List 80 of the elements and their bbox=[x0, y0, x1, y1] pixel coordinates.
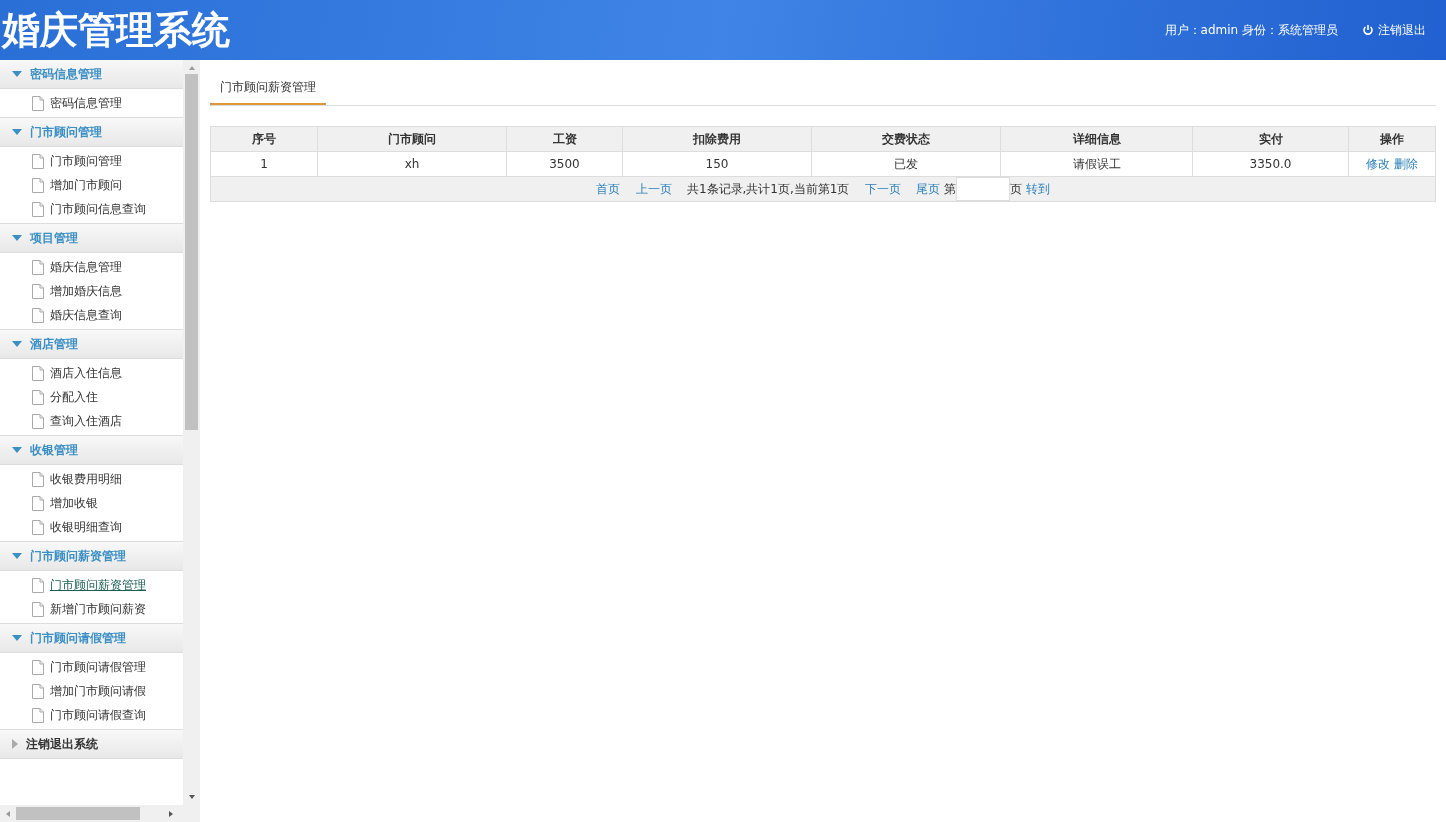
scroll-up-arrow-icon[interactable] bbox=[187, 64, 196, 72]
document-icon bbox=[32, 365, 44, 381]
document-icon bbox=[32, 177, 44, 193]
menu-item[interactable]: 收银费用明细 bbox=[0, 467, 183, 491]
document-icon bbox=[32, 95, 44, 111]
expanded-triangle-icon bbox=[12, 553, 22, 559]
expanded-triangle-icon bbox=[12, 235, 22, 241]
column-header: 门市顾问 bbox=[317, 126, 507, 152]
document-icon bbox=[32, 283, 44, 299]
last-page-link[interactable]: 尾页 bbox=[915, 181, 940, 196]
expanded-triangle-icon bbox=[12, 447, 22, 453]
document-icon bbox=[32, 153, 44, 169]
table-cell: 3500 bbox=[506, 151, 623, 177]
menu-item[interactable]: 门市顾问信息查询 bbox=[0, 197, 183, 221]
document-icon bbox=[32, 307, 44, 323]
menu-item[interactable]: 婚庆信息管理 bbox=[0, 255, 183, 279]
expanded-triangle-icon bbox=[12, 341, 22, 347]
tab[interactable]: 门市顾问薪资管理 bbox=[210, 72, 326, 105]
document-icon bbox=[32, 389, 44, 405]
user-info: 用户：admin 身份：系统管理员 bbox=[1164, 22, 1338, 39]
scroll-left-arrow-icon[interactable] bbox=[4, 809, 12, 818]
collapsed-triangle-icon bbox=[12, 739, 18, 749]
menu-item[interactable]: 查询入住酒店 bbox=[0, 409, 183, 433]
logout-link[interactable]: 注销退出 bbox=[1362, 21, 1426, 39]
page-unit-label: 页 bbox=[1009, 181, 1022, 196]
go-link[interactable]: 转到 bbox=[1025, 181, 1050, 196]
document-icon bbox=[32, 201, 44, 217]
document-icon bbox=[32, 601, 44, 617]
next-page-link[interactable]: 下一页 bbox=[864, 181, 901, 196]
column-header: 实付 bbox=[1192, 126, 1349, 152]
expanded-triangle-icon bbox=[12, 635, 22, 641]
first-page-link[interactable]: 首页 bbox=[596, 181, 621, 196]
table-cell: 3350.0 bbox=[1192, 151, 1349, 177]
table-cell: 1 bbox=[210, 151, 318, 177]
document-icon bbox=[32, 413, 44, 429]
expanded-triangle-icon bbox=[12, 129, 22, 135]
document-icon bbox=[32, 683, 44, 699]
table-cell: 150 bbox=[622, 151, 812, 177]
column-header: 工资 bbox=[506, 126, 623, 152]
page-number-label: 第 bbox=[943, 181, 956, 196]
edit-link[interactable]: 修改 bbox=[1366, 157, 1391, 171]
app-title: 婚庆管理系统 bbox=[0, 11, 230, 49]
page-number-field[interactable] bbox=[955, 177, 1010, 201]
scroll-right-arrow-icon[interactable] bbox=[167, 809, 175, 818]
menu-item[interactable]: 增加门市顾问请假 bbox=[0, 679, 183, 703]
menu-item[interactable]: 增加收银 bbox=[0, 491, 183, 515]
table-cell: xh bbox=[317, 151, 507, 177]
page-summary: 共1条记录,共计1页,当前第1页 bbox=[686, 181, 850, 196]
menu-item[interactable]: 门市顾问薪资管理 bbox=[0, 573, 183, 597]
menu-item[interactable]: 收银明细查询 bbox=[0, 515, 183, 539]
delete-link[interactable]: 删除 bbox=[1393, 157, 1418, 171]
column-header: 交费状态 bbox=[811, 126, 1001, 152]
document-icon bbox=[32, 495, 44, 511]
menu-item[interactable]: 门市顾问管理 bbox=[0, 149, 183, 173]
document-icon bbox=[32, 707, 44, 723]
menu-item[interactable]: 增加婚庆信息 bbox=[0, 279, 183, 303]
column-header: 详细信息 bbox=[1000, 126, 1193, 152]
menu-item[interactable]: 分配入住 bbox=[0, 385, 183, 409]
previous-page-link[interactable]: 上一页 bbox=[635, 181, 672, 196]
document-icon bbox=[32, 577, 44, 593]
document-icon bbox=[32, 259, 44, 275]
column-header: 序号 bbox=[210, 126, 318, 152]
table-cell: 已发 bbox=[811, 151, 1001, 177]
menu-item[interactable]: 酒店入住信息 bbox=[0, 361, 183, 385]
document-icon bbox=[32, 659, 44, 675]
expanded-triangle-icon bbox=[12, 71, 22, 77]
menu-item[interactable]: 门市顾问请假查询 bbox=[0, 703, 183, 727]
column-header: 扣除费用 bbox=[622, 126, 812, 152]
scroll-down-arrow-icon[interactable] bbox=[187, 793, 196, 801]
power-icon bbox=[1362, 24, 1374, 36]
document-icon bbox=[32, 471, 44, 487]
menu-item[interactable]: 新增门市顾问薪资 bbox=[0, 597, 183, 621]
table-cell: 请假误工 bbox=[1000, 151, 1193, 177]
column-header: 操作 bbox=[1348, 126, 1436, 152]
document-icon bbox=[32, 519, 44, 535]
menu-item[interactable]: 增加门市顾问 bbox=[0, 173, 183, 197]
menu-item[interactable]: 门市顾问请假管理 bbox=[0, 655, 183, 679]
menu-item[interactable]: 婚庆信息查询 bbox=[0, 303, 183, 327]
menu-item[interactable]: 密码信息管理 bbox=[0, 91, 183, 115]
menu-group-header[interactable]: 注销退出系统 bbox=[0, 730, 183, 759]
